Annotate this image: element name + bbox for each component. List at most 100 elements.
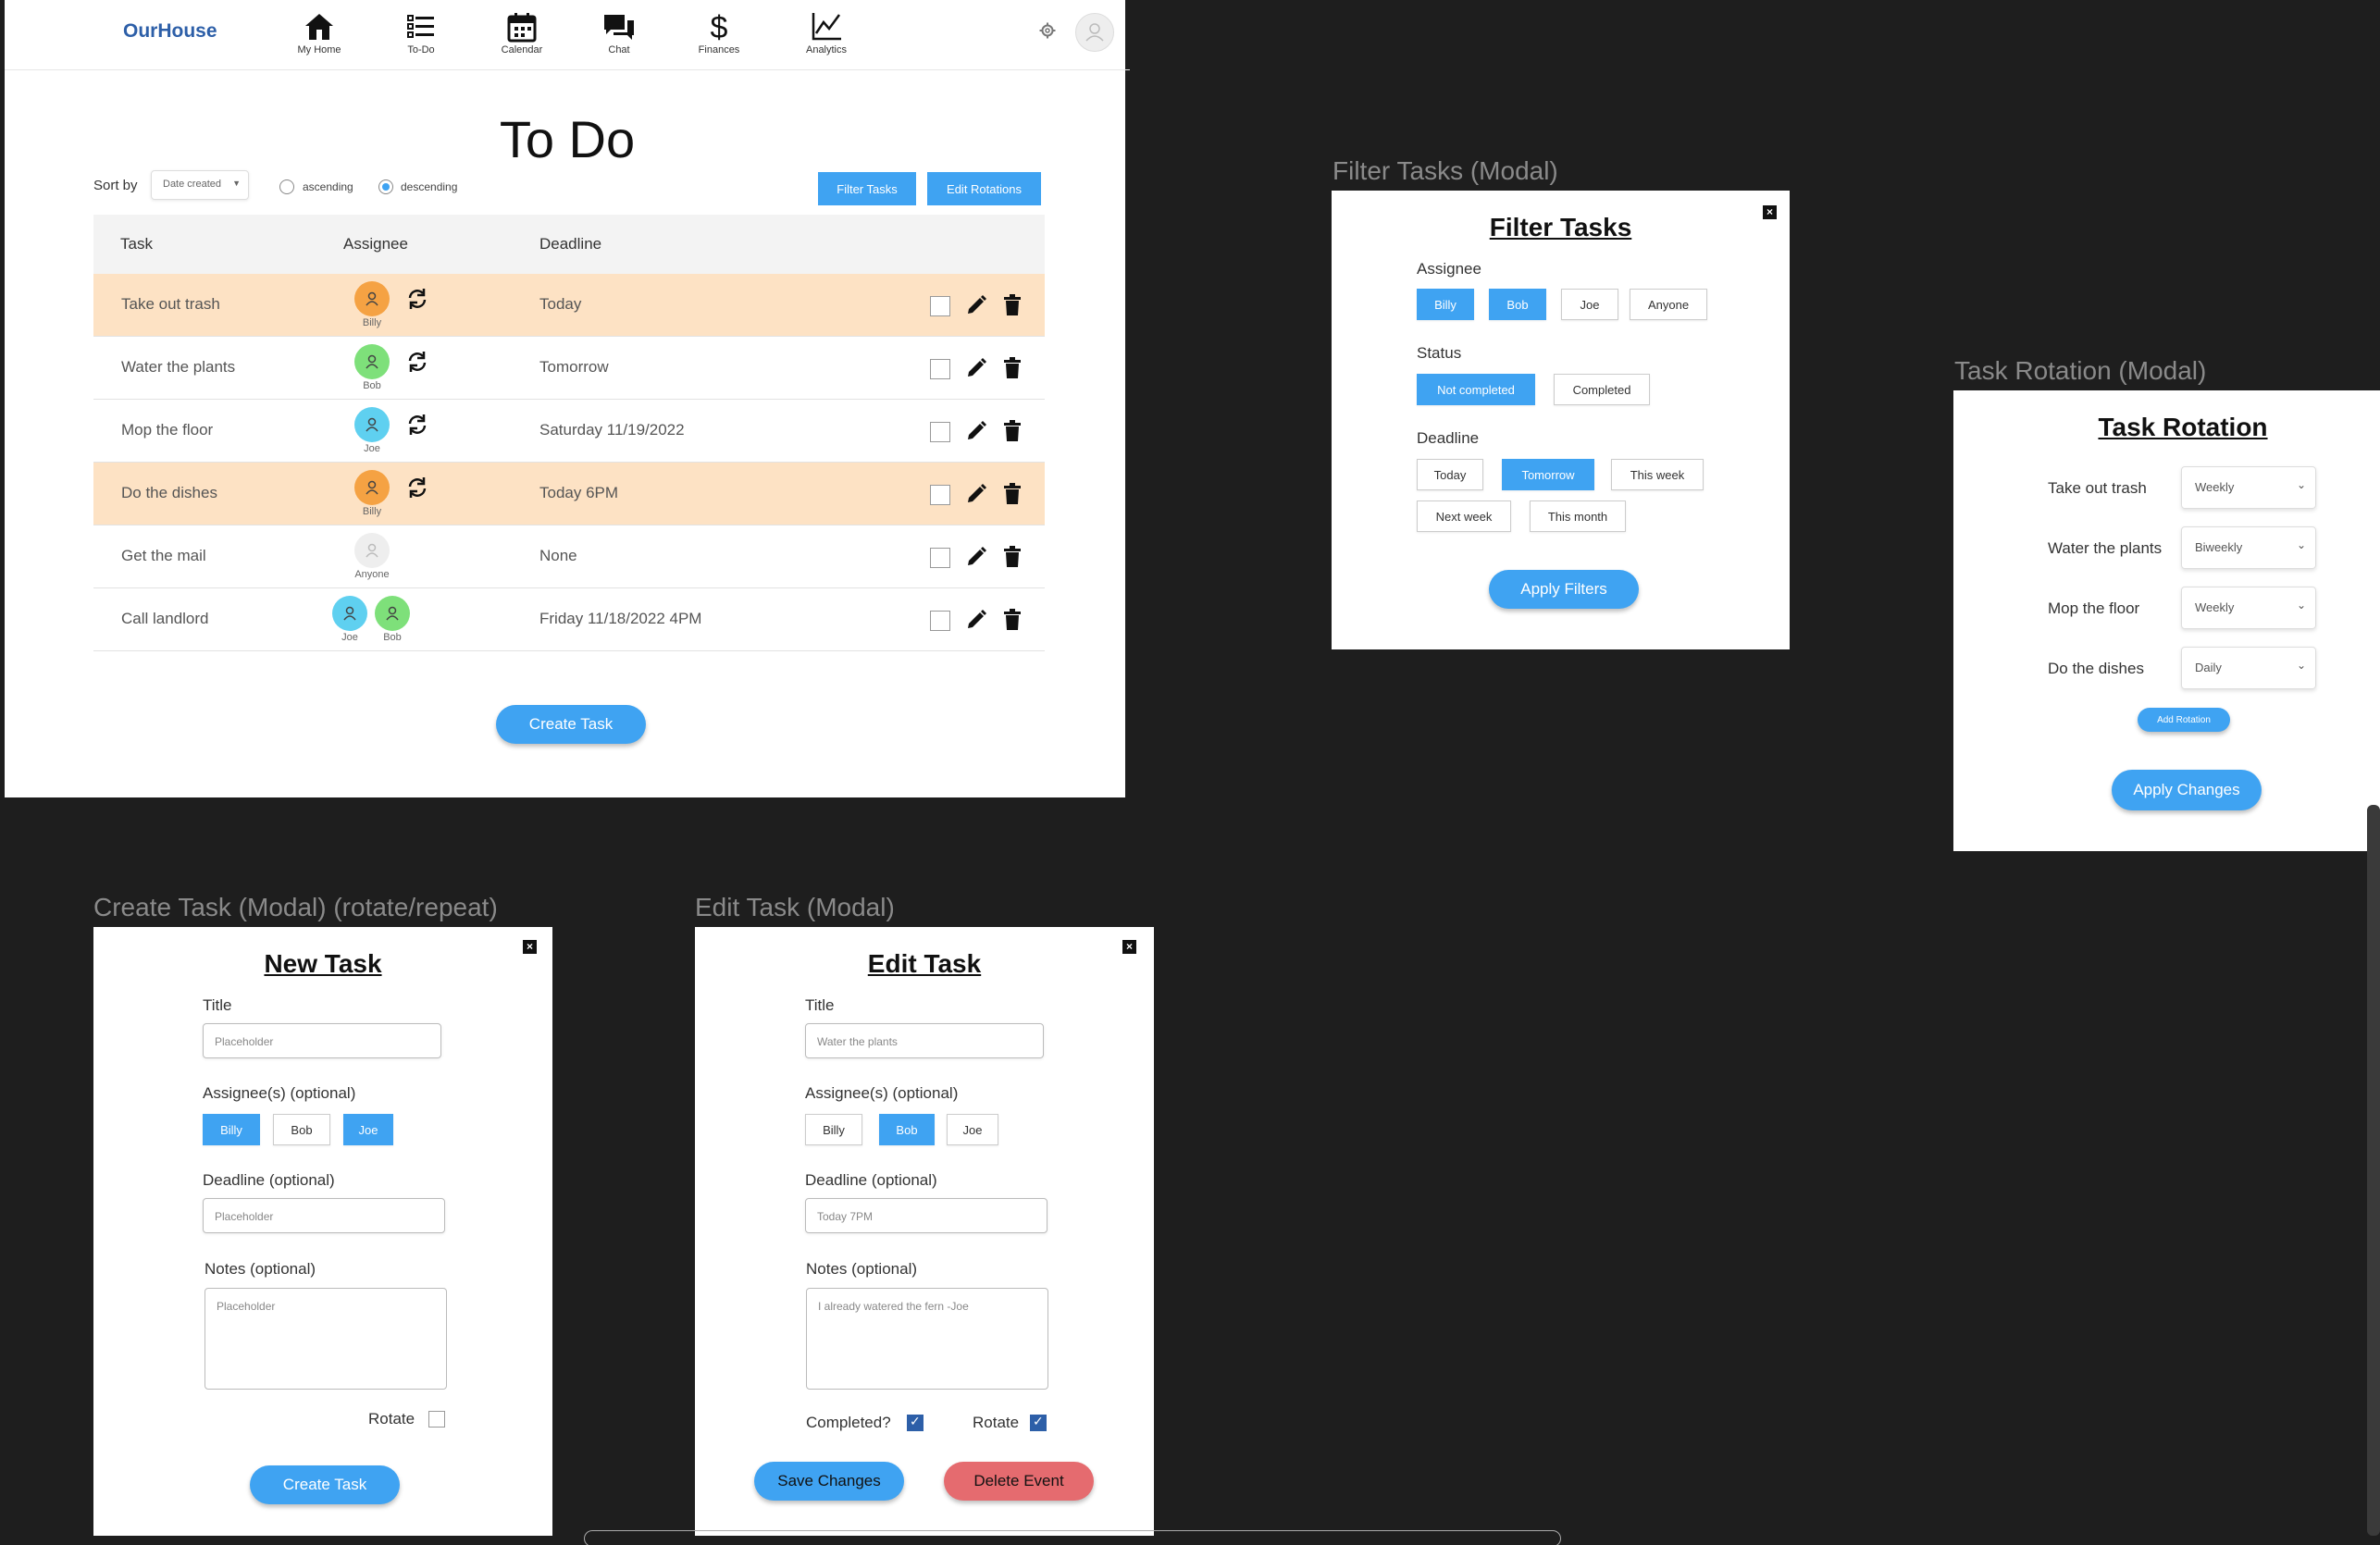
complete-checkbox[interactable] bbox=[930, 296, 950, 316]
trash-icon[interactable] bbox=[1002, 357, 1023, 379]
nav-calendar[interactable]: Calendar bbox=[480, 11, 564, 56]
dollar-icon: $ bbox=[711, 11, 728, 43]
assignee-name: Billy bbox=[362, 506, 382, 517]
filter-chip-this-week[interactable]: This week bbox=[1611, 459, 1704, 490]
brand-logo[interactable]: OurHouse bbox=[123, 20, 217, 43]
notes-label: Notes (optional) bbox=[205, 1260, 316, 1278]
pencil-icon[interactable] bbox=[965, 294, 987, 316]
filter-chip-completed[interactable]: Completed bbox=[1554, 374, 1650, 405]
create-task-submit-button[interactable]: Create Task bbox=[250, 1465, 400, 1504]
trash-icon[interactable] bbox=[1002, 546, 1023, 568]
table-row[interactable]: Water the plants Bob Tomorrow bbox=[93, 337, 1045, 400]
task-deadline: Friday 11/18/2022 4PM bbox=[539, 610, 702, 627]
gear-icon[interactable] bbox=[1039, 22, 1056, 39]
rotation-task-name: Do the dishes bbox=[2048, 660, 2144, 677]
trash-icon[interactable] bbox=[1002, 609, 1023, 631]
delete-event-button[interactable]: Delete Event bbox=[944, 1462, 1094, 1501]
title-input[interactable]: Water the plants bbox=[805, 1023, 1044, 1058]
notes-textarea[interactable]: I already watered the fern -Joe bbox=[806, 1288, 1048, 1390]
sort-dropdown[interactable]: Date created ▼ bbox=[151, 170, 249, 200]
deadline-label: Deadline (optional) bbox=[203, 1171, 335, 1189]
vertical-scrollbar[interactable] bbox=[2367, 805, 2380, 1536]
nav-chat[interactable]: Chat bbox=[577, 11, 661, 56]
add-rotation-button[interactable]: Add Rotation bbox=[2138, 708, 2230, 732]
nav-my-home[interactable]: My Home bbox=[278, 11, 361, 56]
task-deadline: Today 6PM bbox=[539, 484, 619, 501]
sort-value: Date created bbox=[163, 179, 221, 190]
assignee-chip-billy[interactable]: Billy bbox=[805, 1114, 862, 1145]
table-row[interactable]: Do the dishes Billy Today 6PM bbox=[93, 463, 1045, 525]
apply-changes-button[interactable]: Apply Changes bbox=[2112, 770, 2262, 810]
pencil-icon[interactable] bbox=[965, 420, 987, 442]
apply-filters-button[interactable]: Apply Filters bbox=[1489, 570, 1639, 609]
rotate-checkbox[interactable] bbox=[428, 1411, 445, 1428]
radio-descending[interactable] bbox=[378, 179, 393, 194]
deadline-input[interactable]: Placeholder bbox=[203, 1198, 445, 1233]
top-nav: OurHouse My Home To-Do Calendar Chat $ F… bbox=[5, 0, 1130, 70]
pencil-icon[interactable] bbox=[965, 546, 987, 568]
assignee-chip-joe[interactable]: Joe bbox=[343, 1114, 393, 1145]
deadline-label: Deadline (optional) bbox=[805, 1171, 937, 1189]
filter-chip-this-month[interactable]: This month bbox=[1530, 501, 1626, 532]
pencil-icon[interactable] bbox=[965, 483, 987, 505]
rotation-task-name: Mop the floor bbox=[2048, 599, 2140, 617]
nav-analytics[interactable]: Analytics bbox=[785, 11, 868, 56]
page-title: To Do bbox=[499, 110, 636, 168]
trash-icon[interactable] bbox=[1002, 483, 1023, 505]
rotate-checkbox[interactable] bbox=[1030, 1414, 1047, 1431]
close-icon[interactable]: × bbox=[1122, 940, 1136, 954]
task-title: Mop the floor bbox=[121, 421, 214, 439]
filter-chip-joe[interactable]: Joe bbox=[1561, 289, 1618, 320]
edit-rotations-button[interactable]: Edit Rotations bbox=[927, 172, 1041, 205]
table-row[interactable]: Get the mail Anyone None bbox=[93, 525, 1045, 588]
complete-checkbox[interactable] bbox=[930, 359, 950, 379]
filter-chip-anyone[interactable]: Anyone bbox=[1630, 289, 1707, 320]
radio-ascending[interactable] bbox=[279, 179, 294, 194]
filter-chip-today[interactable]: Today bbox=[1417, 459, 1483, 490]
horizontal-scrollbar[interactable] bbox=[584, 1530, 1561, 1545]
table-row[interactable]: Take out trash Billy Today bbox=[93, 274, 1045, 337]
title-input[interactable]: Placeholder bbox=[203, 1023, 441, 1058]
deadline-input[interactable]: Today 7PM bbox=[805, 1198, 1047, 1233]
pencil-icon[interactable] bbox=[965, 357, 987, 379]
rotation-frequency-select[interactable]: Daily ⌄ bbox=[2181, 647, 2316, 689]
rotation-frequency-select[interactable]: Biweekly ⌄ bbox=[2181, 526, 2316, 569]
close-icon[interactable]: × bbox=[523, 940, 537, 954]
trash-icon[interactable] bbox=[1002, 420, 1023, 442]
completed-label: Completed? bbox=[806, 1414, 891, 1431]
save-changes-button[interactable]: Save Changes bbox=[754, 1462, 904, 1501]
rotate-icon bbox=[408, 477, 427, 498]
nav-todo[interactable]: To-Do bbox=[379, 11, 463, 56]
trash-icon[interactable] bbox=[1002, 294, 1023, 316]
complete-checkbox[interactable] bbox=[930, 485, 950, 505]
complete-checkbox[interactable] bbox=[930, 422, 950, 442]
filter-chip-next-week[interactable]: Next week bbox=[1417, 501, 1511, 532]
assignee-chip-bob[interactable]: Bob bbox=[273, 1114, 330, 1145]
close-icon[interactable]: × bbox=[1763, 205, 1777, 219]
assignee-chip-bob[interactable]: Bob bbox=[879, 1114, 935, 1145]
completed-checkbox[interactable] bbox=[907, 1414, 923, 1431]
filter-chip-billy[interactable]: Billy bbox=[1417, 289, 1474, 320]
filter-chip-bob[interactable]: Bob bbox=[1489, 289, 1546, 320]
create-task-button[interactable]: Create Task bbox=[496, 705, 646, 744]
pencil-icon[interactable] bbox=[965, 609, 987, 631]
complete-checkbox[interactable] bbox=[930, 611, 950, 631]
filter-chip-tomorrow[interactable]: Tomorrow bbox=[1502, 459, 1594, 490]
rotation-frequency-select[interactable]: Weekly ⌄ bbox=[2181, 587, 2316, 629]
filter-chip-not-completed[interactable]: Not completed bbox=[1417, 374, 1535, 405]
assignee-avatar: Joe bbox=[331, 596, 368, 643]
table-row[interactable]: Mop the floor Joe Saturday 11/19/2022 bbox=[93, 400, 1045, 463]
rotation-modal: Task Rotation Take out trash Weekly ⌄ Wa… bbox=[1953, 390, 2380, 851]
filter-tasks-button[interactable]: Filter Tasks bbox=[818, 172, 916, 205]
assignee-chip-billy[interactable]: Billy bbox=[203, 1114, 260, 1145]
notes-textarea[interactable]: Placeholder bbox=[205, 1288, 447, 1390]
nav-finances[interactable]: $ Finances bbox=[677, 11, 761, 56]
rotation-frequency-select[interactable]: Weekly ⌄ bbox=[2181, 466, 2316, 509]
edit-modal-title: Edit Task bbox=[867, 949, 982, 978]
assignee-chip-joe[interactable]: Joe bbox=[947, 1114, 998, 1145]
rotate-icon bbox=[408, 414, 427, 435]
complete-checkbox[interactable] bbox=[930, 548, 950, 568]
rotation-frequency-value: Biweekly bbox=[2195, 540, 2243, 554]
table-row[interactable]: Call landlord Joe Bob Friday 11/18/2022 4… bbox=[93, 588, 1045, 651]
user-avatar[interactable] bbox=[1075, 13, 1114, 52]
